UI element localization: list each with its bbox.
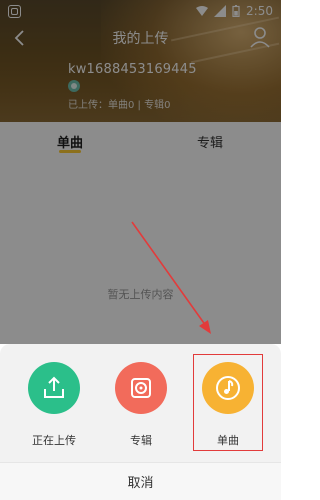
album-icon (115, 362, 167, 414)
annotation-highlight-box (193, 354, 263, 451)
cancel-button[interactable]: 取消 (0, 462, 281, 500)
album-label: 专辑 (130, 434, 152, 447)
album-button[interactable]: 专辑 (111, 362, 171, 448)
cancel-label: 取消 (127, 476, 154, 491)
upload-icon (28, 362, 80, 414)
uploading-label: 正在上传 (32, 434, 76, 447)
modal-overlay[interactable] (0, 0, 281, 344)
uploading-button[interactable]: 正在上传 (24, 362, 84, 448)
